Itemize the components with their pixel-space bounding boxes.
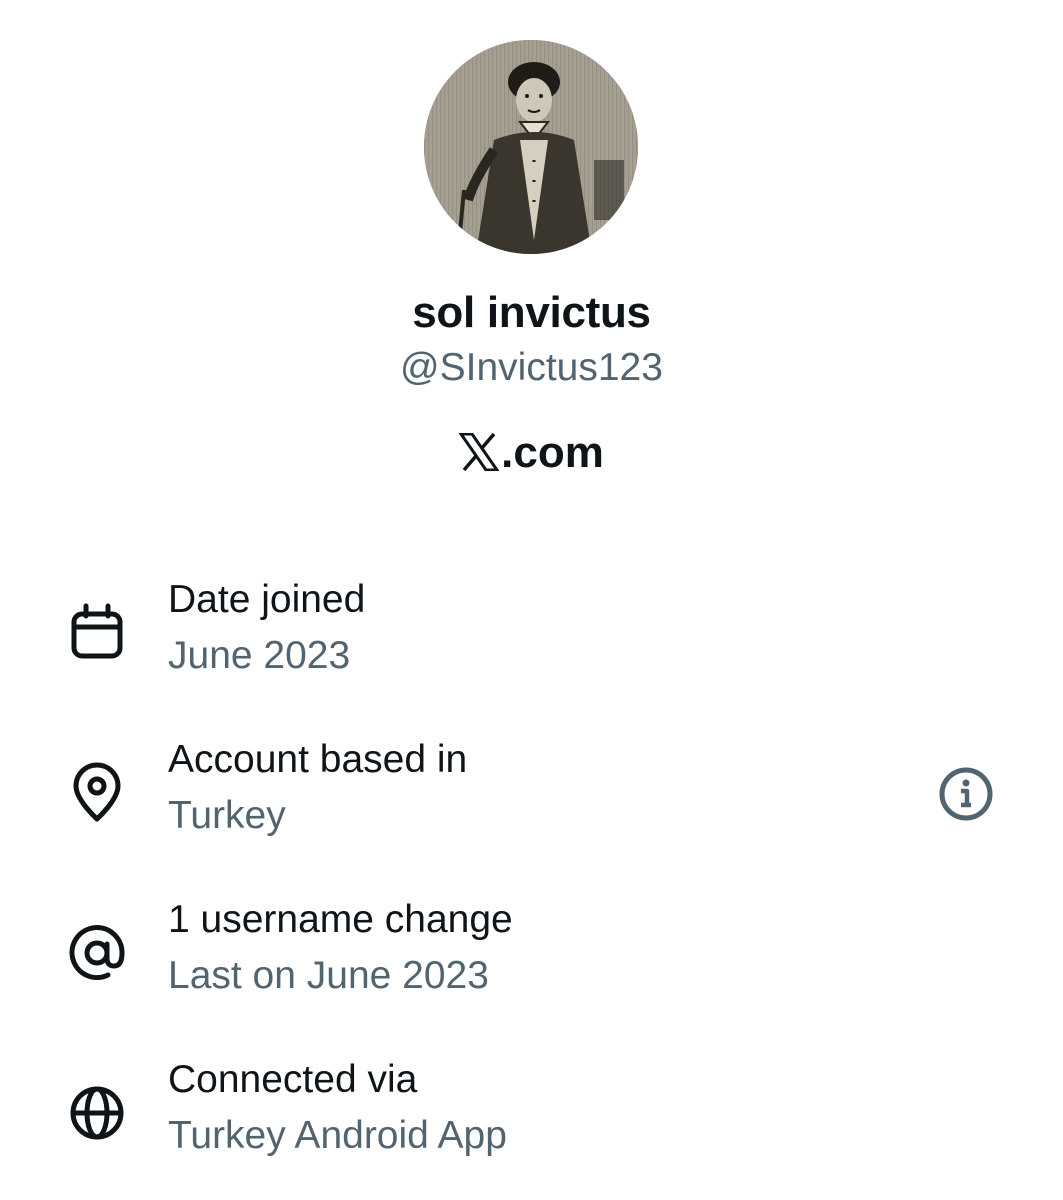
info-icon[interactable] [936, 764, 996, 824]
location-pin-icon [66, 762, 128, 824]
display-name: sol invictus [412, 288, 651, 337]
brand-label: .com [0, 428, 1063, 482]
at-sign-icon [66, 922, 128, 984]
detail-title: Date joined [168, 578, 366, 621]
brand-suffix: .com [501, 428, 604, 477]
x-logo-icon [458, 432, 501, 482]
avatar-engraving-portrait [424, 40, 638, 254]
detail-title: 1 username change [168, 898, 513, 941]
detail-value: Turkey [168, 794, 286, 837]
detail-value: Last on June 2023 [168, 954, 489, 997]
detail-value: Turkey Android App [168, 1114, 507, 1157]
detail-account-location: Account based in Turkey [0, 738, 1063, 858]
detail-username-changes: 1 username change Last on June 2023 [0, 898, 1063, 1018]
user-handle: @SInvictus123 [400, 346, 663, 389]
detail-title: Connected via [168, 1058, 418, 1101]
calendar-icon [66, 602, 128, 664]
detail-connected-via: Connected via Turkey Android App [0, 1058, 1063, 1178]
detail-value: June 2023 [168, 634, 351, 677]
detail-date-joined: Date joined June 2023 [0, 578, 1063, 698]
detail-title: Account based in [168, 738, 468, 781]
avatar[interactable] [424, 40, 638, 254]
globe-icon [66, 1082, 128, 1144]
